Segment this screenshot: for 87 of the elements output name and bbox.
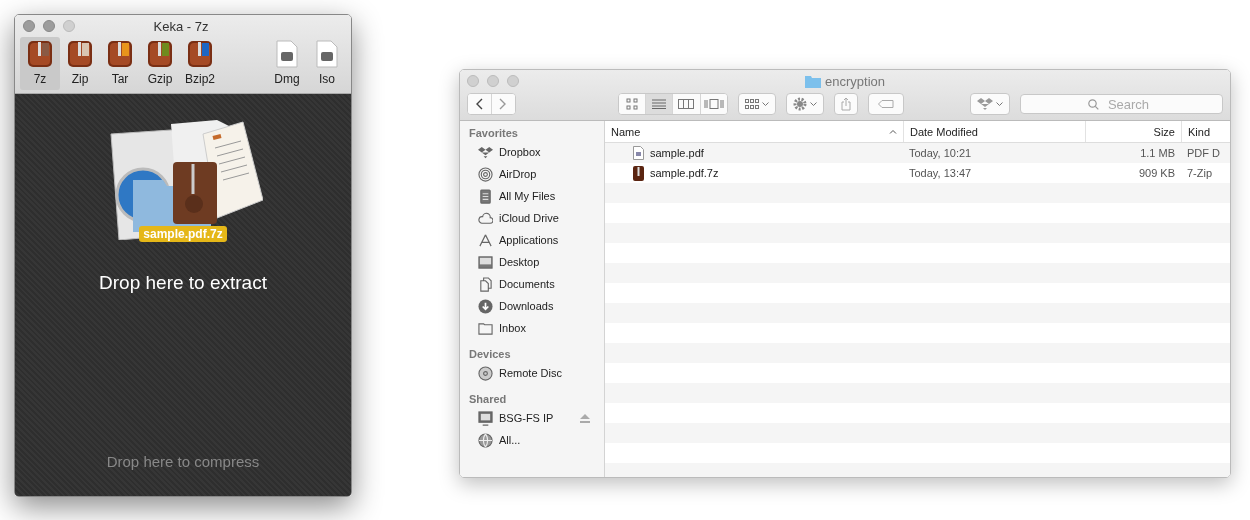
dropbox-icon [478,144,493,160]
chevron-down-icon [809,101,817,107]
extract-drop-text: Drop here to extract [99,272,267,294]
gear-icon [792,97,807,111]
compress-drop-text: Drop here to compress [106,453,260,470]
sidebar-heading: Favorites [469,127,519,139]
file-name: sample.pdf.7z [650,167,719,179]
close-button[interactable] [467,75,479,87]
dropbox-icon [977,97,993,111]
action-button[interactable] [785,93,824,115]
search-field[interactable]: Search [1020,94,1223,114]
arrange-button[interactable] [737,93,776,115]
share-button[interactable] [833,93,858,115]
cover-flow-icon [703,99,724,109]
column-header[interactable]: Date Modified [903,121,1085,142]
column-view-icon [678,99,695,109]
documents-icon [478,276,493,292]
sidebar-item[interactable]: Dropbox [469,141,604,163]
format-button[interactable]: Iso [307,37,347,90]
share-icon [840,97,851,111]
zoom-button[interactable] [507,75,519,87]
sidebar-item[interactable]: Downloads [469,295,604,317]
disk-image-icon [276,40,298,68]
globe-icon [478,432,493,448]
disc-icon [478,365,493,381]
download-icon [478,298,493,314]
computer-icon [478,410,493,426]
column-header[interactable]: Size [1085,121,1181,142]
eject-icon[interactable] [580,413,590,423]
size-cell-text: 909 KB [1137,167,1176,179]
file-label: sample.pdf.7z [139,226,227,242]
window-title: Keka - 7z [153,18,210,34]
chevron-down-icon [761,101,769,107]
chevron-right-icon [499,98,508,110]
file-name: sample.pdf [650,147,704,159]
chevron-left-icon [475,98,484,110]
folder-icon [478,320,493,336]
tag-icon [877,100,894,108]
view-mode-button[interactable] [645,94,673,114]
zoom-button[interactable] [63,20,75,32]
sidebar-item[interactable]: Applications [469,229,604,251]
kind-cell-text: 7-Zip [1186,167,1214,179]
grid-icon [744,99,759,109]
minimize-button[interactable] [43,20,55,32]
format-button[interactable]: 7z [20,37,60,90]
airdrop-icon [478,166,493,182]
column-header[interactable]: Kind [1181,121,1230,142]
sidebar-item[interactable]: AirDrop [469,163,604,185]
format-button[interactable]: Gzip [140,37,180,90]
sidebar-item[interactable]: BSG-FS IP [469,407,604,429]
view-mode-button[interactable] [699,94,727,114]
sidebar-heading: Shared [469,393,508,405]
sidebar-item[interactable]: Documents [469,273,604,295]
kind-cell-text: PDF D [1186,147,1221,159]
applications-icon [478,232,493,248]
size-cell-text: 1.1 MB [1139,147,1176,159]
sidebar-item[interactable]: All My Files [469,185,604,207]
sidebar-heading: Devices [469,348,512,360]
format-button[interactable]: Bzip2 [180,37,220,90]
disk-image-icon [316,40,338,68]
minimize-button[interactable] [487,75,499,87]
sidebar-item[interactable]: Inbox [469,317,604,339]
files-icon [478,188,493,204]
desktop-icon [478,254,493,270]
icon-view-icon [625,98,638,110]
format-button[interactable]: Zip [60,37,100,90]
close-button[interactable] [23,20,35,32]
window-title: encryption [825,73,885,89]
folder-icon [805,74,821,88]
chevron-down-icon [996,101,1003,107]
archive-icon [633,165,644,181]
cloud-icon [478,210,493,226]
sidebar-item[interactable]: All... [469,429,604,451]
format-button[interactable]: Tar [100,37,140,90]
list-view-icon [652,99,667,109]
sort-ascending-icon [889,129,897,134]
pdf-file-icon [633,146,644,160]
sidebar-item[interactable]: Remote Disc [469,362,604,384]
date-cell-text: Today, 13:47 [908,167,973,179]
sidebar-item[interactable]: iCloud Drive [469,207,604,229]
dropbox-button[interactable] [970,93,1010,115]
column-header[interactable]: Name [605,121,903,142]
search-icon [1088,99,1099,110]
sidebar-item[interactable]: Desktop [469,251,604,273]
format-button[interactable]: Dmg [267,37,307,90]
tag-button[interactable] [867,93,904,115]
date-cell-text: Today, 10:21 [908,147,973,159]
